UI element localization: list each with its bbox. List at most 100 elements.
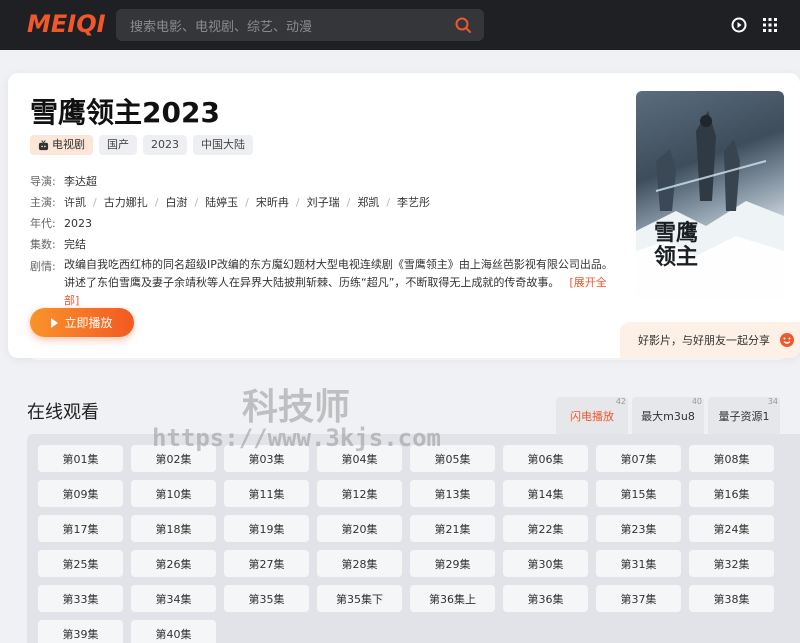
episodes-value: 完结 <box>64 238 86 251</box>
episode-button[interactable]: 第36集 <box>503 585 588 612</box>
top-bar: MEIQI 搜索电影、电视剧、综艺、动漫 <box>0 0 800 50</box>
watermark-text: 科技师 <box>242 387 351 428</box>
episode-button[interactable]: 第34集 <box>131 585 216 612</box>
episode-button[interactable]: 第24集 <box>689 515 774 542</box>
smile-icon <box>780 333 794 347</box>
play-icon <box>51 317 59 328</box>
episode-button[interactable]: 第07集 <box>596 445 681 472</box>
tv-icon <box>38 139 49 150</box>
cast-member[interactable]: 古力娜扎 <box>104 194 148 210</box>
source-count: 42 <box>615 397 626 406</box>
episode-button[interactable]: 第40集 <box>131 620 216 643</box>
source-name: 量子资源1 <box>718 409 770 423</box>
episode-button[interactable]: 第18集 <box>131 515 216 542</box>
search-input[interactable]: 搜索电影、电视剧、综艺、动漫 <box>130 16 312 35</box>
episode-button[interactable]: 第35集 <box>224 585 309 612</box>
share-banner[interactable]: 好影片，与好朋友一起分享 <box>620 322 800 358</box>
search-icon[interactable] <box>454 16 472 34</box>
episode-button[interactable]: 第13集 <box>410 480 495 507</box>
source-count: 34 <box>767 397 778 406</box>
poster-title: 雪鹰领主 <box>654 220 699 270</box>
detail-card: 雪鹰领主2023 电视剧 国产 2023 中国大陆 导演: 李达超 主演: 许凯 /… <box>8 73 800 358</box>
episode-button[interactable]: 第25集 <box>38 550 123 577</box>
year-label: 年代: <box>30 217 56 230</box>
episode-button[interactable]: 第19集 <box>224 515 309 542</box>
plot-label: 剧情: <box>30 260 56 273</box>
episode-button[interactable]: 第21集 <box>410 515 495 542</box>
cast-member[interactable]: 刘子瑞 <box>307 194 340 210</box>
episode-button[interactable]: 第28集 <box>317 550 402 577</box>
episode-button[interactable]: 第06集 <box>503 445 588 472</box>
episode-button[interactable]: 第20集 <box>317 515 402 542</box>
source-tabs: 闪电播放 42 最大m3u8 40 量子资源1 34 <box>556 397 784 434</box>
episode-button[interactable]: 第15集 <box>596 480 681 507</box>
episode-grid: 第01集 第02集 第03集 第04集 第05集 第06集 第07集 第08集 第09集 第10集… <box>38 445 774 643</box>
year-row: 年代: 2023 <box>30 215 92 231</box>
site-logo[interactable]: MEIQI <box>27 10 106 38</box>
episode-button[interactable]: 第16集 <box>689 480 774 507</box>
source-name: 最大m3u8 <box>641 409 695 423</box>
tag-list: 电视剧 国产 2023 中国大陆 <box>30 135 253 155</box>
episode-button[interactable]: 第12集 <box>317 480 402 507</box>
cast-row: 主演: 许凯 / 古力娜扎 / 白澍 / 陆婷玉 / 宋昕冉 / 刘子瑞 / 郑凯 / 李艺彤 <box>30 194 430 210</box>
episodes-label: 集数: <box>30 238 56 251</box>
cast-list: 许凯 / 古力娜扎 / 白澍 / 陆婷玉 / 宋昕冉 / 刘子瑞 / 郑凯 / 李艺彤 <box>64 194 431 210</box>
source-name: 闪电播放 <box>570 409 614 423</box>
episode-button[interactable]: 第10集 <box>131 480 216 507</box>
plot-text: 改编自我吃西红柿的同名超级IP改编的东方魔幻题材大型电视连续剧《雪鹰领主》由上海… <box>64 256 620 310</box>
episode-button[interactable]: 第35集下 <box>317 585 402 612</box>
episode-button[interactable]: 第32集 <box>689 550 774 577</box>
grid-menu-icon[interactable] <box>761 16 779 34</box>
cast-member[interactable]: 白澍 <box>165 194 187 210</box>
episode-button[interactable]: 第29集 <box>410 550 495 577</box>
episode-button[interactable]: 第08集 <box>689 445 774 472</box>
tag-year[interactable]: 2023 <box>143 135 187 155</box>
type-tag[interactable]: 电视剧 <box>30 135 93 155</box>
cast-label: 主演: <box>30 196 56 209</box>
episode-panel: 第01集 第02集 第03集 第04集 第05集 第06集 第07集 第08集 第09集 第10集… <box>27 434 800 643</box>
episode-button[interactable]: 第14集 <box>503 480 588 507</box>
episode-button[interactable]: 第37集 <box>596 585 681 612</box>
episode-button[interactable]: 第27集 <box>224 550 309 577</box>
tag-region[interactable]: 国产 <box>99 135 137 155</box>
episode-button[interactable]: 第22集 <box>503 515 588 542</box>
cast-member[interactable]: 许凯 <box>64 194 86 210</box>
episode-button[interactable]: 第11集 <box>224 480 309 507</box>
tag-area[interactable]: 中国大陆 <box>193 135 253 155</box>
episode-button[interactable]: 第23集 <box>596 515 681 542</box>
tab-source-3[interactable]: 量子资源1 34 <box>708 397 780 434</box>
cast-member[interactable]: 郑凯 <box>357 194 379 210</box>
tab-source-2[interactable]: 最大m3u8 40 <box>632 397 704 434</box>
history-icon[interactable] <box>730 16 748 34</box>
year-value: 2023 <box>64 217 92 230</box>
episode-button[interactable]: 第30集 <box>503 550 588 577</box>
episode-button[interactable]: 第38集 <box>689 585 774 612</box>
plot-body: 改编自我吃西红柿的同名超级IP改编的东方魔幻题材大型电视连续剧《雪鹰领主》由上海… <box>64 258 613 289</box>
director-label: 导演: <box>30 175 56 188</box>
episode-button[interactable]: 第33集 <box>38 585 123 612</box>
episode-button[interactable]: 第36集上 <box>410 585 495 612</box>
play-now-label: 立即播放 <box>64 316 113 330</box>
episode-button[interactable]: 第09集 <box>38 480 123 507</box>
episode-button[interactable]: 第17集 <box>38 515 123 542</box>
episode-button[interactable]: 第26集 <box>131 550 216 577</box>
director-row: 导演: 李达超 <box>30 173 97 189</box>
episode-button[interactable]: 第31集 <box>596 550 681 577</box>
online-section-title: 在线观看 <box>27 402 99 423</box>
episode-button[interactable]: 第01集 <box>38 445 123 472</box>
cast-member[interactable]: 陆婷玉 <box>205 194 238 210</box>
poster-image[interactable]: 雪鹰领主 <box>636 91 784 298</box>
episodes-row: 集数: 完结 <box>30 236 86 252</box>
share-text: 好影片，与好朋友一起分享 <box>638 334 770 347</box>
director-name[interactable]: 李达超 <box>64 175 97 188</box>
tab-source-1[interactable]: 闪电播放 42 <box>556 397 628 434</box>
cast-member[interactable]: 宋昕冉 <box>256 194 289 210</box>
play-now-button[interactable]: 立即播放 <box>30 308 134 337</box>
type-tag-label: 电视剧 <box>52 138 85 151</box>
search-box[interactable]: 搜索电影、电视剧、综艺、动漫 <box>116 9 484 41</box>
page-title: 雪鹰领主2023 <box>30 96 220 129</box>
watermark-url: https://www.3kjs.com <box>152 424 441 452</box>
episode-button[interactable]: 第39集 <box>38 620 123 643</box>
source-count: 40 <box>691 397 702 406</box>
cast-member[interactable]: 李艺彤 <box>397 194 430 210</box>
